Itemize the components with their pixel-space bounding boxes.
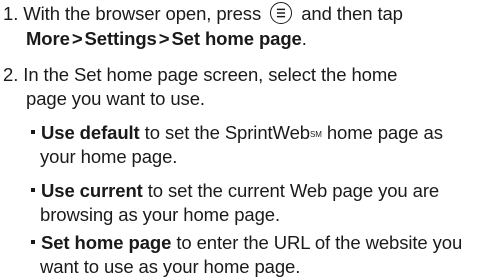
step-1-line-1: 1. With the browser open, press and then… bbox=[3, 2, 403, 26]
bullet-icon bbox=[31, 188, 35, 193]
step-1-number: 1. bbox=[3, 3, 19, 24]
option-set-home-page-text: to enter the URL of the website you bbox=[176, 232, 463, 253]
step-1-line-2: More > Settings > Set home page. bbox=[26, 28, 307, 50]
path-settings: Settings bbox=[84, 28, 157, 49]
path-separator-2: > bbox=[158, 28, 170, 49]
option-set-home-page-term: Set home page bbox=[41, 232, 172, 253]
path-more: More bbox=[26, 28, 70, 49]
option-use-default-line-1: Use default to set the SprintWebSM home … bbox=[31, 122, 443, 144]
option-use-default-text: to set the SprintWeb bbox=[144, 122, 310, 143]
step-2-line-2: page you want to use. bbox=[26, 88, 205, 110]
path-end: . bbox=[301, 28, 307, 49]
option-use-current-text: to set the current Web page you are bbox=[147, 180, 440, 201]
option-use-default-text-2: your home page. bbox=[40, 146, 178, 167]
step-2-number: 2. bbox=[3, 64, 19, 85]
bullet-icon bbox=[31, 130, 35, 135]
step-2-text-1: In the Set home page screen, select the … bbox=[23, 64, 398, 85]
option-use-default-tail: home page as bbox=[326, 122, 443, 143]
step-1-text-after: and then tap bbox=[301, 3, 403, 24]
option-set-home-page-line-2: want to use as your home page. bbox=[40, 256, 300, 278]
instructions-document: 1. With the browser open, press and then… bbox=[0, 0, 483, 279]
option-use-current-line-1: Use current to set the current Web page … bbox=[31, 180, 439, 202]
option-use-current-text-2: browsing as your home page. bbox=[40, 204, 280, 225]
option-set-home-page-text-2: want to use as your home page. bbox=[40, 256, 301, 277]
option-use-default-term: Use default bbox=[41, 122, 140, 143]
option-use-default-line-2: your home page. bbox=[40, 146, 177, 168]
path-separator-1: > bbox=[71, 28, 83, 49]
step-1-text-before: With the browser open, press bbox=[23, 3, 262, 24]
step-2-line-1: 2. In the Set home page screen, select t… bbox=[3, 64, 397, 86]
service-mark: SM bbox=[309, 130, 322, 139]
bullet-icon bbox=[31, 240, 35, 245]
menu-key-icon bbox=[270, 2, 293, 25]
option-use-current-term: Use current bbox=[41, 180, 143, 201]
path-set-home-page: Set home page bbox=[171, 28, 302, 49]
option-use-current-line-2: browsing as your home page. bbox=[40, 204, 280, 226]
step-2-text-2: page you want to use. bbox=[26, 88, 205, 109]
option-set-home-page-line-1: Set home page to enter the URL of the we… bbox=[31, 232, 462, 254]
